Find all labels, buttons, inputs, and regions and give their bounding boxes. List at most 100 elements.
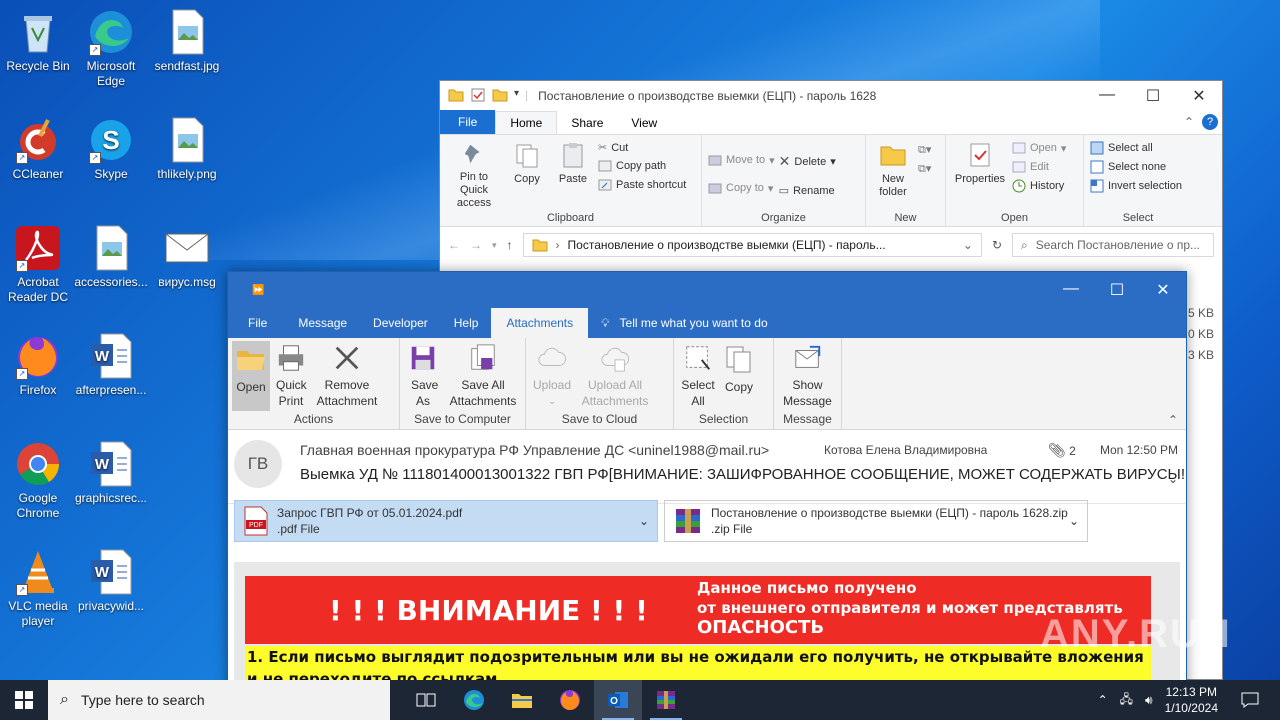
expand-header-icon[interactable]: ⌄ [1168,472,1178,486]
delete-button[interactable]: ✕ Delete ▾ [779,153,836,170]
desktop-icon-acrobat[interactable]: ↗ Acrobat Reader DC [0,224,76,305]
select-all-button[interactable]: Select all [1090,141,1182,155]
sender[interactable]: Главная военная прокуратура РФ Управлени… [300,442,769,458]
task-view-button[interactable] [402,680,450,720]
desktop-icon-vlc[interactable]: ↗ VLC media player [0,548,76,629]
desktop-icon-recycle-bin[interactable]: Recycle Bin [0,8,76,74]
open-attachment-button[interactable]: Open [232,341,270,411]
desktop-icon-accessories[interactable]: accessories... [73,224,149,290]
tab-file[interactable]: File [440,110,496,134]
new-item-icon[interactable]: ⧉▾ [918,143,931,157]
desktop-icon-afterpresen[interactable]: W afterpresen... [73,332,149,398]
attachment-name: Запрос ГВП РФ от 05.01.2024.pdf [277,506,463,520]
taskbar-edge[interactable] [450,680,498,720]
open-button[interactable]: Open ▾ [1012,141,1066,155]
address-bar[interactable]: › Постановление о производстве выемки (Е… [522,233,982,257]
desktop-icon-thlikely[interactable]: thlikely.png [149,116,225,182]
volume-icon[interactable]: 🔊︎ [1145,693,1153,708]
select-all-button[interactable]: Select All [678,341,718,411]
desktop-icon-skype[interactable]: S ↗ Skype [73,116,149,182]
desktop-icon-privacywid[interactable]: W privacywid... [73,548,149,614]
forward-icon[interactable]: → [470,238,482,252]
close-button[interactable]: ✕ [1140,280,1186,300]
tab-file[interactable]: File [228,308,280,338]
pin-quick-access-button[interactable]: Pin to Quick access [446,139,502,210]
properties-button[interactable]: Properties [952,139,1008,210]
attachment-pdf[interactable]: PDF Запрос ГВП РФ от 05.01.2024.pdf .pdf… [234,500,658,542]
taskbar-outlook[interactable]: O [594,680,642,720]
save-all-attachments-button[interactable]: Save All Attachments [444,341,522,411]
desktop-icon-ccleaner[interactable]: ↗ CCleaner [0,116,76,182]
edit-button[interactable]: Edit [1012,160,1066,174]
copy-button[interactable]: Copy [506,139,548,210]
copy-to-button[interactable]: Copy to ▾ [708,181,775,195]
upload-all-attachments-button[interactable]: Upload All Attachments [576,341,654,411]
collapse-ribbon-icon[interactable]: ⌃ [1168,413,1178,427]
tab-home[interactable]: Home [495,111,558,134]
help-icon[interactable]: ? [1202,114,1218,130]
refresh-icon[interactable]: ↻ [992,238,1002,252]
attachment-zip[interactable]: Постановление о производстве выемки (ЕЦП… [664,500,1088,542]
minimize-button[interactable]: — [1084,86,1130,106]
collapse-ribbon-icon[interactable]: ⌃ [1184,115,1194,129]
taskbar-clock[interactable]: 12:13 PM 1/10/2024 [1165,684,1218,716]
desktop-icon-sendfast[interactable]: sendfast.jpg [149,8,225,74]
quick-access-overflow-icon[interactable]: ⏩ [252,285,264,296]
desktop-icon-chrome[interactable]: Google Chrome [0,440,76,521]
outlook-titlebar[interactable]: ⏩ — ☐ ✕ [228,272,1186,308]
easy-access-icon[interactable]: ⧉▾ [918,162,931,176]
copy-attachment-button[interactable]: Copy [720,341,758,411]
tab-developer[interactable]: Developer [360,308,441,338]
remove-attachment-button[interactable]: Remove Attachment [312,341,382,411]
chevron-down-icon[interactable]: ⌄ [639,514,649,528]
properties-icon[interactable] [470,88,486,105]
taskbar-firefox[interactable] [546,680,594,720]
maximize-button[interactable]: ☐ [1130,86,1176,106]
show-hidden-icons-icon[interactable]: ⌃ [1098,693,1108,707]
paste-button[interactable]: Paste [552,139,594,210]
copy-path-button[interactable]: Copy path [598,159,686,173]
chrome-icon [14,440,62,488]
select-none-button[interactable]: Select none [1090,160,1182,174]
new-folder-icon[interactable] [492,88,508,105]
recent-locations-icon[interactable]: ▾ [492,240,497,251]
explorer-titlebar[interactable]: ▾ | Постановление о производстве выемки … [440,81,1222,111]
quick-print-button[interactable]: Quick Print [272,341,310,411]
close-button[interactable]: ✕ [1176,86,1222,106]
history-button[interactable]: History [1012,179,1066,193]
tab-help[interactable]: Help [441,308,492,338]
back-icon[interactable]: ← [448,238,460,252]
up-icon[interactable]: ↑ [507,238,513,252]
chevron-down-icon[interactable]: ⌄ [1069,514,1079,528]
taskbar-winrar[interactable] [642,680,690,720]
maximize-button[interactable]: ☐ [1094,280,1140,300]
tab-attachments[interactable]: Attachments [491,308,589,338]
tell-me-box[interactable]: 💡︎ Tell me what you want to do [588,308,780,338]
chevron-down-icon[interactable]: ⌄ [963,238,973,252]
network-icon[interactable]: 🖧︎ [1120,690,1133,711]
desktop-icon-firefox[interactable]: ↗ Firefox [0,332,76,398]
taskbar-search-box[interactable]: ⌕ Type here to search [48,680,390,720]
invert-selection-button[interactable]: Invert selection [1090,179,1182,193]
rename-button[interactable]: ▭ Rename [779,184,836,198]
desktop-icon-edge[interactable]: ↗ Microsoft Edge [73,8,149,89]
recipient[interactable]: Котова Елена Владимировна [824,443,987,457]
desktop-icon-graphicsrec[interactable]: W graphicsrec... [73,440,149,506]
cut-button[interactable]: ✂ Cut [598,141,686,155]
tab-share[interactable]: Share [557,112,617,134]
customize-qa-icon[interactable]: ▾ [514,88,519,105]
desktop-icon-virus-msg[interactable]: вирус.msg [149,224,225,290]
show-message-button[interactable]: Show Message [778,341,837,411]
start-button[interactable] [0,680,48,720]
tab-view[interactable]: View [617,112,671,134]
new-folder-button[interactable]: New folder [872,139,914,210]
search-input[interactable]: ⌕ Search Постановление о пр... [1012,233,1214,257]
minimize-button[interactable]: — [1048,280,1094,300]
move-to-button[interactable]: Move to ▾ [708,153,775,167]
save-as-button[interactable]: Save As [404,341,442,411]
tab-message[interactable]: Message [280,308,360,338]
paste-shortcut-button[interactable]: Paste shortcut [598,178,686,192]
upload-button[interactable]: Upload ⌄ [530,341,574,411]
notification-button[interactable] [1230,692,1270,708]
taskbar-file-explorer[interactable] [498,680,546,720]
